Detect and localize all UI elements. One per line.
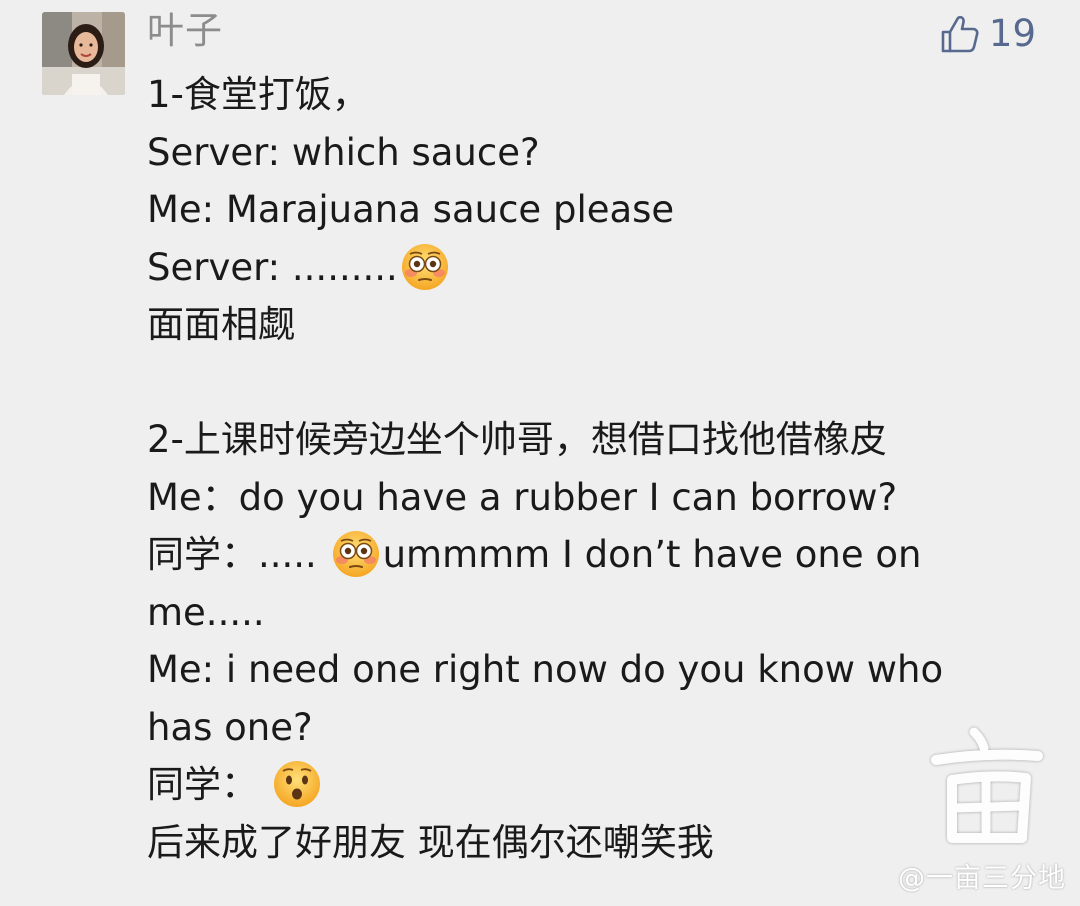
comment-line: Me: i need one right now do you know who: [147, 641, 1047, 699]
comment-text: 同学：: [147, 763, 270, 806]
comment-text: Server: .........: [147, 245, 398, 289]
flushed-face-emoji: [400, 242, 450, 292]
comment-text: has one?: [147, 705, 313, 749]
comment-text: 2-上课时候旁边坐个帅哥，想借口找他借橡皮: [147, 418, 887, 461]
hushed-face-emoji: [272, 759, 322, 809]
comment-line: Server: which sauce?: [147, 124, 1047, 182]
comment-line: 同学：: [147, 756, 1047, 814]
comment-line: [147, 354, 1047, 412]
site-logo-watermark: [922, 722, 1052, 862]
comment-line: Me：do you have a rubber I can borrow?: [147, 469, 1047, 527]
like-count: 19: [988, 12, 1036, 55]
comment-body: 1-食堂打饭， Server: which sauce? Me: Marajuana…: [147, 66, 1047, 871]
comment-author[interactable]: 叶子: [147, 6, 223, 56]
comment-text: 面面相觑: [147, 303, 295, 346]
comment-line: 1-食堂打饭，: [147, 66, 1047, 124]
user-avatar[interactable]: [42, 12, 125, 95]
comment-text: Server: which sauce?: [147, 130, 540, 174]
flushed-face-emoji: [331, 529, 381, 579]
comment-line: 2-上课时候旁边坐个帅哥，想借口找他借橡皮: [147, 411, 1047, 469]
like-button[interactable]: 19: [939, 12, 1036, 56]
comment-text: 1-食堂打饭，: [147, 73, 369, 116]
comment-text: me.....: [147, 590, 265, 634]
comment-line: Server: .........: [147, 239, 1047, 297]
comment-text: ummmm I don’t have one on: [382, 533, 922, 576]
comment-line: 同学：..... ummmm I don’t have one on: [147, 526, 1047, 584]
comment-text: Me：do you have a rubber I can borrow?: [147, 475, 898, 519]
comment-text: Me: i need one right now do you know who: [147, 648, 944, 691]
comment-line: 面面相觑: [147, 296, 1047, 354]
thumbs-up-icon: [939, 13, 981, 55]
watermark-text: @一亩三分地: [898, 863, 1066, 894]
comment-text: 后来成了好朋友 现在偶尔还嘲笑我: [147, 820, 714, 864]
comment-line: has one?: [147, 699, 1047, 757]
comment-text: Me: Marajuana sauce please: [147, 188, 675, 231]
comment-line: me.....: [147, 584, 1047, 642]
comment-line: Me: Marajuana sauce please: [147, 181, 1047, 239]
comment-text: 同学：.....: [147, 533, 329, 576]
